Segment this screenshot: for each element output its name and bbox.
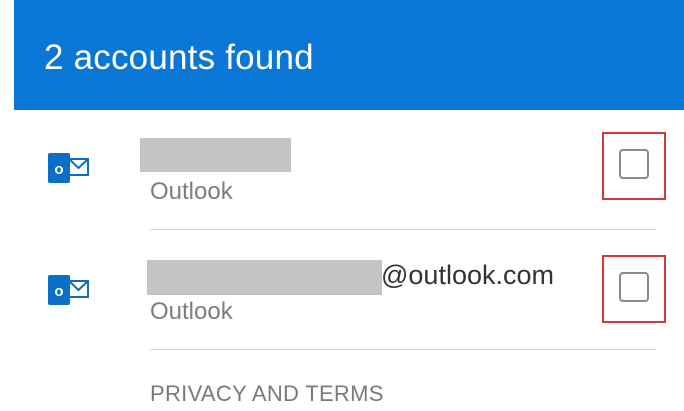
account-type-label: Outlook (150, 178, 233, 205)
svg-text:o: o (54, 161, 63, 178)
privacy-and-terms-link[interactable]: PRIVACY AND TERMS (150, 381, 384, 407)
account-checkbox[interactable] (619, 149, 649, 179)
svg-text:o: o (54, 283, 63, 300)
divider (150, 349, 656, 350)
email-domain: @outlook.com (381, 260, 554, 290)
highlight-box[interactable] (602, 132, 666, 200)
account-row[interactable]: o @outlook.com Outlook (0, 238, 684, 354)
highlight-box[interactable] (602, 255, 666, 323)
account-type-label: Outlook (150, 298, 233, 325)
outlook-icon: o (48, 153, 89, 183)
page-title: 2 accounts found (44, 38, 314, 77)
accounts-found-screen: 2 accounts found o Outlook o @outlook.co… (0, 0, 684, 411)
account-checkbox[interactable] (619, 272, 649, 302)
redacted-email (147, 260, 382, 295)
account-row[interactable]: o Outlook (0, 118, 684, 234)
redacted-email (140, 138, 291, 172)
app-header: 2 accounts found (14, 0, 684, 110)
outlook-icon: o (48, 275, 89, 305)
divider (150, 229, 656, 230)
